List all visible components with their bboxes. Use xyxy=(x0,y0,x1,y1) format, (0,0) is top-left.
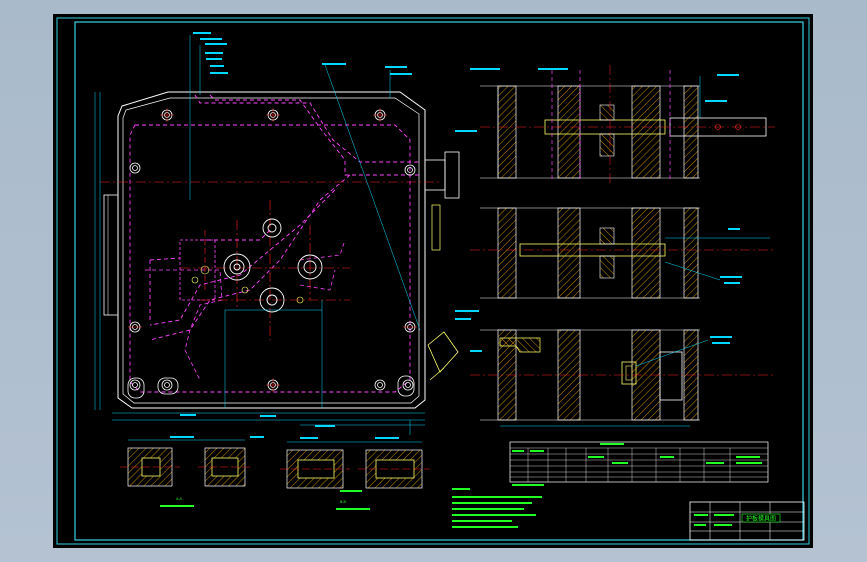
cad-viewport[interactable]: 护板模具图 A-A B-B xyxy=(0,0,867,562)
section-a-caption: A-A xyxy=(176,497,183,501)
section-b-caption: B-B xyxy=(340,500,347,504)
mold-drawing-canvas[interactable]: 护板模具图 A-A B-B xyxy=(0,0,867,562)
title-block-caption: 护板模具图 xyxy=(746,515,776,523)
